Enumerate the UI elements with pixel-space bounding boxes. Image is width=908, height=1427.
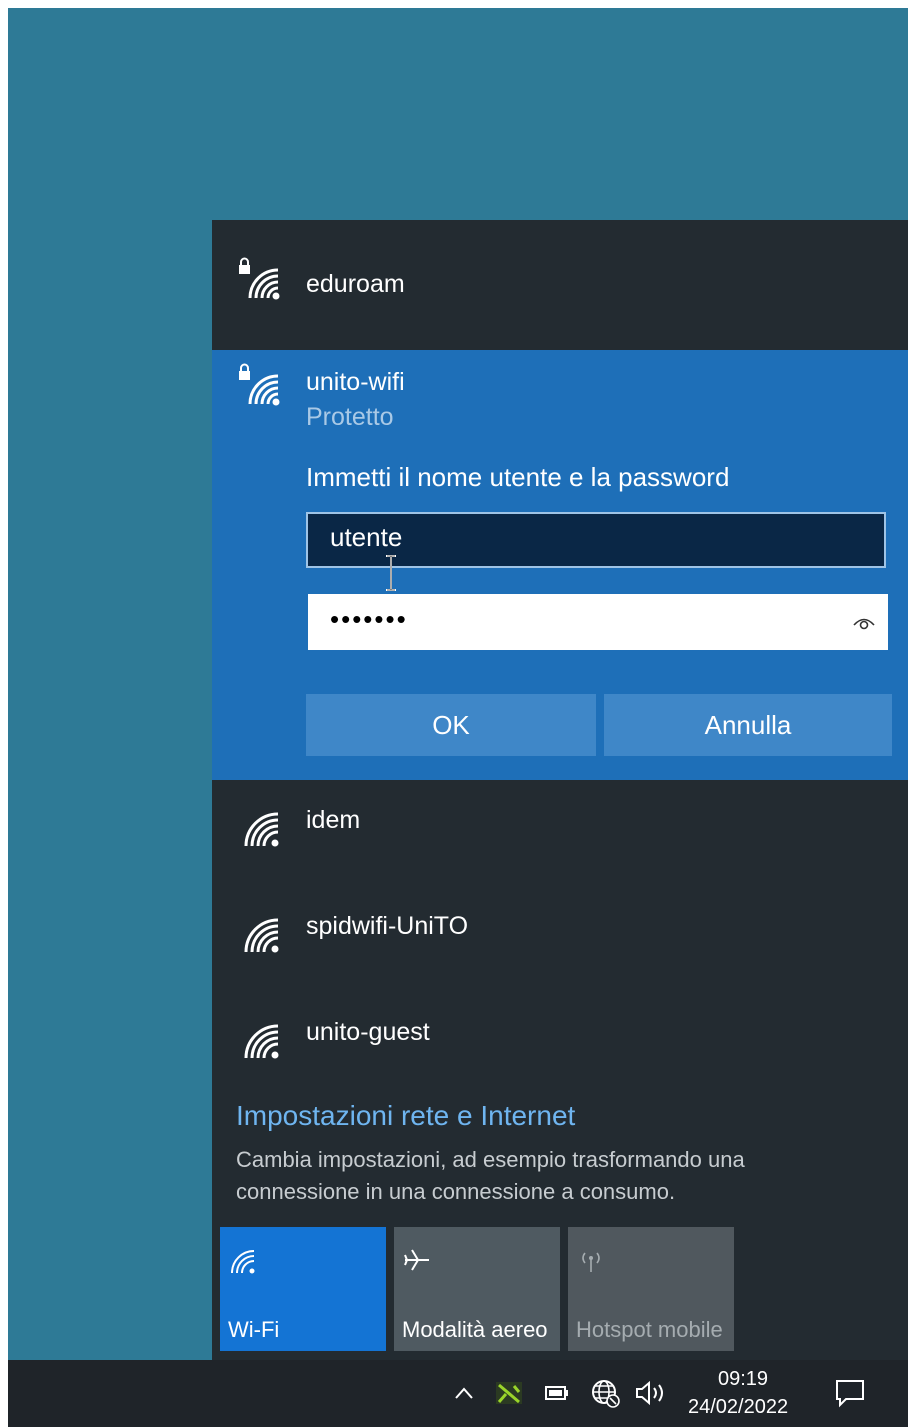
tile-label: Hotspot mobile: [576, 1317, 723, 1342]
network-name: unito-wifi: [306, 368, 405, 396]
network-item-unito-guest[interactable]: unito-guest: [212, 994, 908, 1094]
wifi-icon: [231, 1250, 255, 1274]
network-item-unito-wifi[interactable]: unito-wifi Protetto Immetti il nome uten…: [212, 350, 908, 780]
network-settings-link[interactable]: Impostazioni rete e Internet: [236, 1100, 575, 1132]
username-value: utente: [330, 522, 403, 552]
app-tray-icon[interactable]: [494, 1380, 524, 1406]
airplane-mode-tile[interactable]: Modalità aereo: [394, 1227, 560, 1351]
password-value: •••••••: [330, 604, 408, 634]
wifi-icon: [244, 1024, 279, 1059]
mobile-hotspot-tile[interactable]: Hotspot mobile: [568, 1227, 734, 1351]
speaker-icon[interactable]: [634, 1378, 670, 1408]
network-status: Protetto: [306, 403, 394, 431]
network-settings-description: Cambia impostazioni, ad esempio trasform…: [236, 1147, 745, 1204]
reveal-password-icon[interactable]: [852, 612, 876, 632]
clock-time[interactable]: 09:19: [718, 1368, 768, 1391]
network-name: unito-guest: [306, 1018, 430, 1046]
battery-icon[interactable]: [544, 1382, 570, 1404]
credentials-prompt: Immetti il nome utente e la password: [306, 462, 730, 492]
wifi-icon: [244, 812, 279, 847]
ok-button[interactable]: OK: [306, 694, 596, 756]
hotspot-icon: [582, 1252, 600, 1272]
wifi-secured-icon: [239, 363, 280, 406]
action-center-icon[interactable]: [834, 1378, 866, 1408]
network-globe-icon[interactable]: [590, 1378, 620, 1408]
tile-label: Modalità aereo: [402, 1317, 548, 1342]
network-item-eduroam[interactable]: eduroam: [212, 220, 908, 348]
taskbar: 09:19 24/02/2022: [8, 1360, 908, 1427]
network-name: spidwifi-UniTO: [306, 912, 469, 940]
network-item-idem[interactable]: idem: [212, 782, 908, 882]
network-name: eduroam: [306, 270, 405, 298]
cancel-button[interactable]: Annulla: [604, 694, 892, 756]
wifi-secured-icon: [239, 257, 280, 300]
network-item-spidwifi-unito[interactable]: spidwifi-UniTO: [212, 888, 908, 988]
password-input[interactable]: •••••••: [308, 594, 888, 650]
text-cursor-icon: [386, 555, 396, 591]
airplane-icon: [404, 1249, 429, 1271]
wifi-toggle-tile[interactable]: Wi-Fi: [220, 1227, 386, 1351]
wifi-icon: [244, 918, 279, 953]
chevron-up-icon[interactable]: [454, 1386, 474, 1400]
network-flyout: eduroam unito-wifi Protetto Immetti il n…: [212, 220, 908, 1360]
tile-label: Wi-Fi: [228, 1317, 280, 1342]
clock-date[interactable]: 24/02/2022: [688, 1396, 788, 1419]
network-name: idem: [306, 806, 361, 834]
